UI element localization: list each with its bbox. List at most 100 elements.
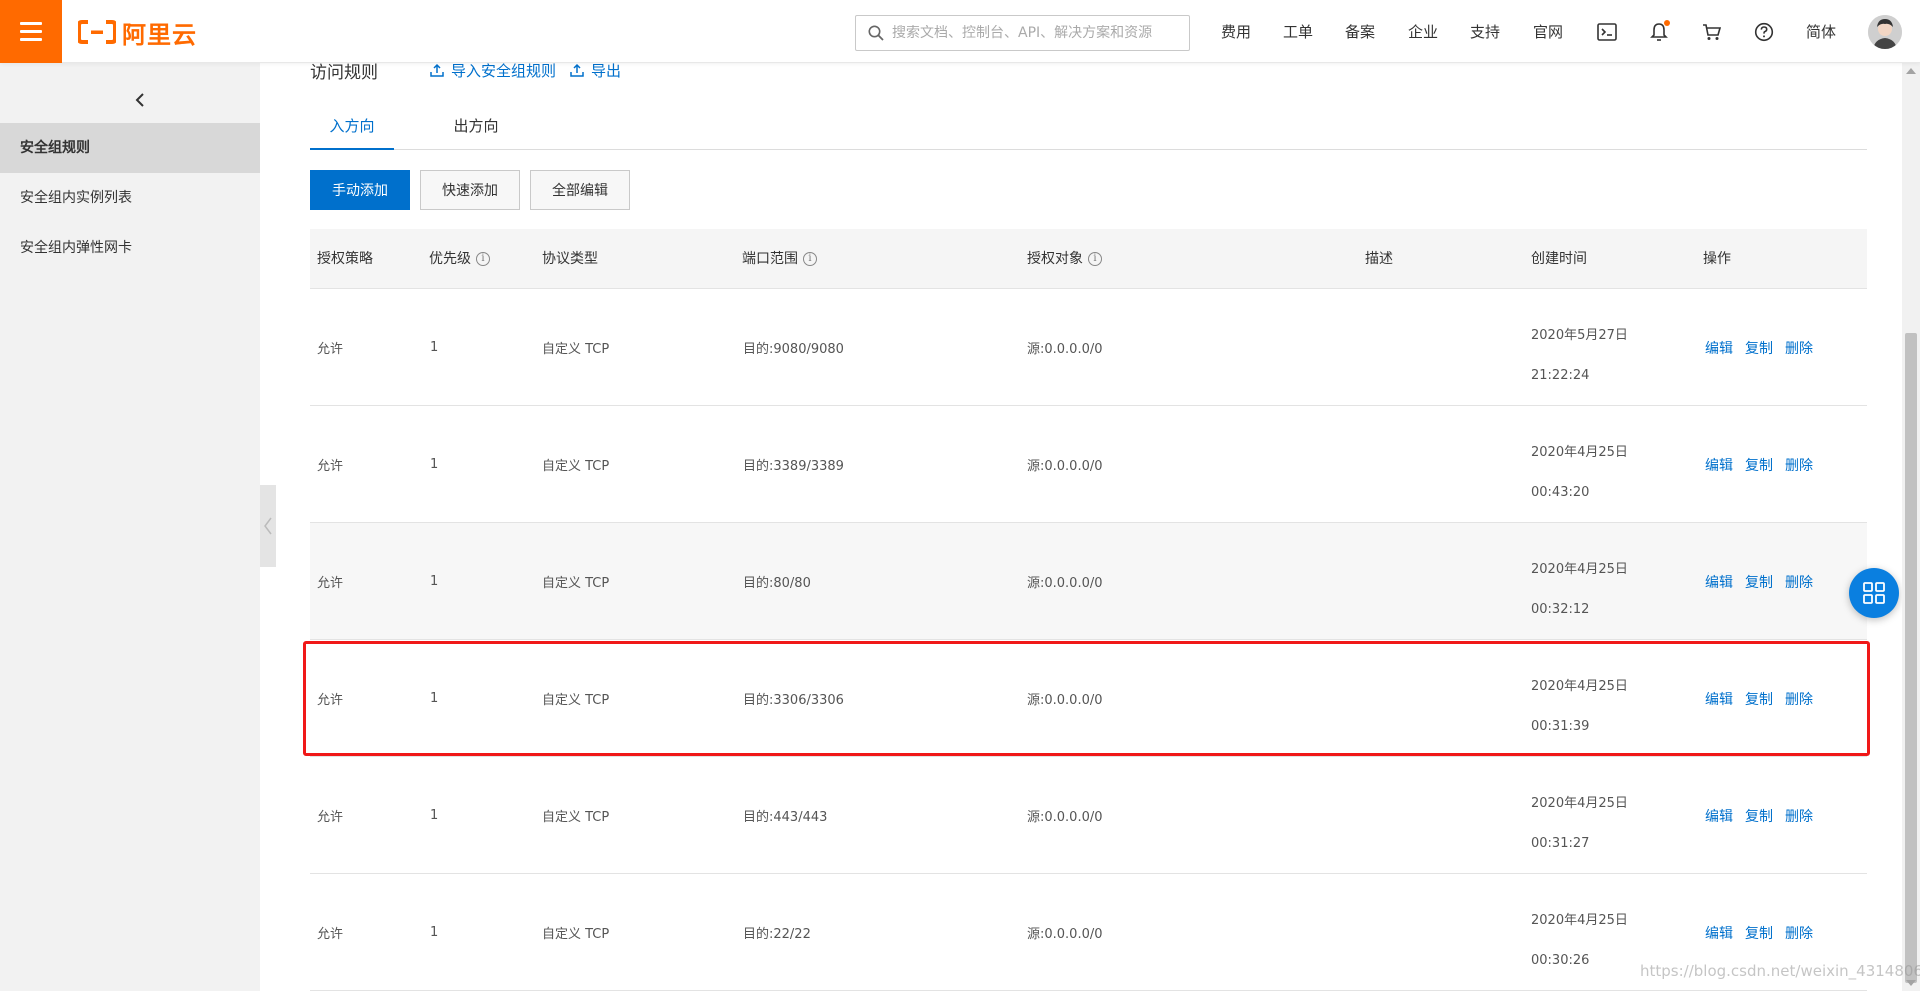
created-clock: 00:43:20 [1531, 485, 1590, 500]
delete-rule-link[interactable]: 删除 [1785, 923, 1813, 943]
cell-priority: 1 [430, 925, 439, 940]
terminal-icon[interactable] [1594, 19, 1620, 45]
delete-rule-link[interactable]: 删除 [1785, 689, 1813, 709]
table-row: 允许 1 自定义 TCP 目的:80/80 源:0.0.0.0/0 2020年4… [310, 523, 1867, 640]
nav-enterprise[interactable]: 企业 [1408, 0, 1438, 63]
table-row: 允许 1 自定义 TCP 目的:22/22 源:0.0.0.0/0 2020年4… [310, 874, 1867, 991]
cell-source: 源:0.0.0.0/0 [1027, 693, 1103, 708]
watermark-text: https://blog.csdn.net/weixin_43148062 [1640, 962, 1920, 980]
edit-rule-link[interactable]: 编辑 [1705, 923, 1733, 943]
cell-priority: 1 [430, 457, 439, 472]
row-actions: 编辑 复制 删除 [1705, 523, 1813, 640]
row-actions: 编辑 复制 删除 [1705, 640, 1813, 757]
quick-menu-button[interactable] [1849, 568, 1899, 618]
sidebar-item-instance-list[interactable]: 安全组内实例列表 [0, 173, 260, 223]
row-actions: 编辑 复制 删除 [1705, 406, 1813, 523]
collapse-sidebar-button[interactable] [125, 85, 155, 115]
column-header-label: 授权策略 [317, 251, 373, 267]
scroll-up-icon[interactable] [1902, 63, 1920, 79]
cell-created-time: 2020年4月25日 00:31:39 [1531, 667, 1628, 747]
tab-inbound[interactable]: 入方向 [310, 108, 394, 150]
info-icon[interactable]: i [803, 252, 817, 266]
table-row: 允许 1 自定义 TCP 目的:3389/3389 源:0.0.0.0/0 20… [310, 406, 1867, 523]
delete-rule-link[interactable]: 删除 [1785, 338, 1813, 358]
sidebar-item-security-group-rules[interactable]: 安全组规则 [0, 123, 260, 173]
column-header-label: 操作 [1703, 251, 1731, 267]
table-header: 授权策略 优先级 i 协议类型 端口范围 i 授权对象 i 描述 创建时间 操作 [310, 229, 1867, 289]
sidebar-item-elastic-nic[interactable]: 安全组内弹性网卡 [0, 223, 260, 273]
logo-text: 阿里云 [122, 20, 197, 49]
tab-outbound[interactable]: 出方向 [434, 108, 518, 150]
delete-rule-link[interactable]: 删除 [1785, 455, 1813, 475]
avatar[interactable] [1868, 15, 1902, 49]
cell-policy: 允许 [317, 342, 344, 357]
column-header-created-time: 创建时间 [1531, 229, 1587, 289]
nav-support[interactable]: 支持 [1470, 0, 1500, 63]
cell-source: 源:0.0.0.0/0 [1027, 576, 1103, 591]
copy-rule-link[interactable]: 复制 [1745, 689, 1773, 709]
edit-rule-link[interactable]: 编辑 [1705, 455, 1733, 475]
language-switch[interactable]: 简体 [1806, 0, 1836, 63]
column-header-description: 描述 [1365, 229, 1393, 289]
cell-protocol: 自定义 TCP [542, 927, 610, 942]
row-actions: 编辑 复制 删除 [1705, 289, 1813, 406]
search-icon [868, 25, 884, 41]
edit-rule-link[interactable]: 编辑 [1705, 338, 1733, 358]
created-date: 2020年4月25日 [1531, 679, 1628, 694]
sidebar: 安全组规则 安全组内实例列表 安全组内弹性网卡 [0, 63, 260, 991]
cart-icon[interactable] [1699, 19, 1725, 45]
quick-add-button[interactable]: 快速添加 [420, 170, 520, 210]
nav-fees[interactable]: 费用 [1221, 0, 1251, 63]
edit-rule-link[interactable]: 编辑 [1705, 572, 1733, 592]
created-clock: 00:31:27 [1531, 836, 1590, 851]
notification-dot [1664, 20, 1670, 26]
search-input[interactable] [892, 25, 1182, 41]
table-row: 允许 1 自定义 TCP 目的:9080/9080 源:0.0.0.0/0 20… [310, 289, 1867, 406]
copy-rule-link[interactable]: 复制 [1745, 806, 1773, 826]
cell-created-time: 2020年4月25日 00:32:12 [1531, 550, 1628, 630]
edit-rule-link[interactable]: 编辑 [1705, 689, 1733, 709]
chevron-left-icon [135, 93, 144, 107]
manual-add-button[interactable]: 手动添加 [310, 170, 410, 210]
column-header-label: 描述 [1365, 251, 1393, 267]
nav-icp[interactable]: 备案 [1345, 0, 1375, 63]
copy-rule-link[interactable]: 复制 [1745, 338, 1773, 358]
nav-tickets[interactable]: 工单 [1283, 0, 1313, 63]
column-header-label: 授权对象 [1027, 251, 1083, 267]
search-box[interactable] [855, 15, 1190, 51]
table-row: 允许 1 自定义 TCP 目的:3306/3306 源:0.0.0.0/0 20… [310, 640, 1867, 757]
copy-rule-link[interactable]: 复制 [1745, 572, 1773, 592]
cell-priority: 1 [430, 691, 439, 706]
info-icon[interactable]: i [476, 252, 490, 266]
edit-all-button[interactable]: 全部编辑 [530, 170, 630, 210]
bell-icon[interactable] [1646, 19, 1672, 45]
delete-rule-link[interactable]: 删除 [1785, 572, 1813, 592]
copy-rule-link[interactable]: 复制 [1745, 923, 1773, 943]
logo[interactable]: 阿里云 [78, 17, 197, 49]
hamburger-menu-icon[interactable] [0, 0, 62, 63]
created-date: 2020年4月25日 [1531, 796, 1628, 811]
cell-created-time: 2020年4月25日 00:43:20 [1531, 433, 1628, 513]
cell-source: 源:0.0.0.0/0 [1027, 810, 1103, 825]
created-clock: 21:22:24 [1531, 368, 1590, 383]
edit-rule-link[interactable]: 编辑 [1705, 806, 1733, 826]
vertical-scrollbar[interactable] [1902, 63, 1920, 991]
cell-port-range: 目的:3306/3306 [743, 693, 844, 708]
column-header-policy: 授权策略 [317, 229, 373, 289]
column-header-actions: 操作 [1703, 229, 1731, 289]
copy-rule-link[interactable]: 复制 [1745, 455, 1773, 475]
cell-created-time: 2020年4月25日 00:31:27 [1531, 784, 1628, 864]
aliyun-logo-icon [78, 20, 116, 44]
nav-official-site[interactable]: 官网 [1533, 0, 1563, 63]
delete-rule-link[interactable]: 删除 [1785, 806, 1813, 826]
column-header-port-range: 端口范围 i [742, 229, 817, 289]
help-icon[interactable] [1751, 19, 1777, 45]
scrollbar-thumb[interactable] [1905, 333, 1917, 983]
chevron-left-icon [264, 517, 272, 535]
grid-icon [1863, 582, 1885, 604]
cell-policy: 允许 [317, 459, 344, 474]
sidebar-toggle-handle[interactable] [260, 485, 276, 567]
info-icon[interactable]: i [1088, 252, 1102, 266]
cell-protocol: 自定义 TCP [542, 459, 610, 474]
created-clock: 00:32:12 [1531, 602, 1590, 617]
